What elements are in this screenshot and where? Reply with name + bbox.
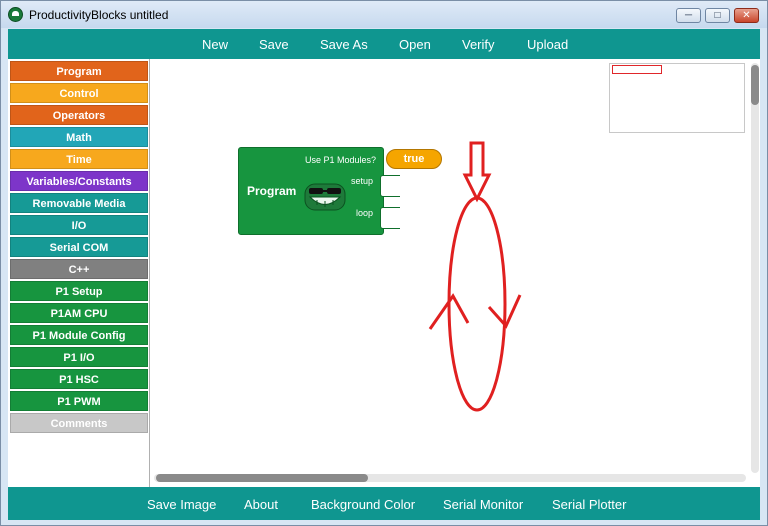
setup-slot[interactable] (380, 175, 400, 197)
upload-button[interactable]: Upload (527, 37, 568, 52)
category-operators[interactable]: Operators (10, 105, 148, 125)
save-image-button[interactable]: Save Image (147, 497, 216, 512)
vertical-scrollbar[interactable] (751, 63, 759, 473)
category-io[interactable]: I/O (10, 215, 148, 235)
category-p1am-cpu[interactable]: P1AM CPU (10, 303, 148, 323)
category-p1-pwm[interactable]: P1 PWM (10, 391, 148, 411)
new-button[interactable]: New (202, 37, 228, 52)
loop-label: loop (356, 208, 374, 218)
minimize-button[interactable]: ─ (676, 8, 701, 23)
use-p1-modules-label: Use P1 Modules? (305, 155, 377, 165)
open-button[interactable]: Open (399, 37, 431, 52)
loop-slot[interactable] (380, 207, 400, 229)
verify-button[interactable]: Verify (462, 37, 495, 52)
serial-plotter-button[interactable]: Serial Plotter (552, 497, 626, 512)
cycle-arrows-annotation-icon (428, 141, 522, 412)
category-p1-hsc[interactable]: P1 HSC (10, 369, 148, 389)
category-math[interactable]: Math (10, 127, 148, 147)
background-color-button[interactable]: Background Color (311, 497, 415, 512)
app-window: ProductivityBlocks untitled ─ □ ✕ New Sa… (0, 0, 768, 526)
maximize-button[interactable]: □ (705, 8, 730, 23)
category-serial-com[interactable]: Serial COM (10, 237, 148, 257)
category-cpp[interactable]: C++ (10, 259, 148, 279)
vertical-scroll-thumb[interactable] (751, 65, 759, 105)
category-control[interactable]: Control (10, 83, 148, 103)
category-p1-io[interactable]: P1 I/O (10, 347, 148, 367)
save-button[interactable]: Save (259, 37, 289, 52)
program-block[interactable]: Program Use P1 Modules? setup loop (238, 147, 400, 235)
setup-label: setup (351, 176, 374, 186)
horizontal-scrollbar[interactable] (154, 474, 746, 482)
category-p1-setup[interactable]: P1 Setup (10, 281, 148, 301)
minimap-viewport[interactable] (612, 65, 662, 74)
window-title: ProductivityBlocks untitled (29, 8, 169, 22)
category-comments[interactable]: Comments (10, 413, 148, 433)
bottom-toolbar: Save Image About Background Color Serial… (8, 487, 760, 520)
category-program[interactable]: Program (10, 61, 148, 81)
save-as-button[interactable]: Save As (320, 37, 368, 52)
robot-face-icon (304, 183, 346, 211)
app-logo-icon (8, 7, 23, 22)
category-variables-constants[interactable]: Variables/Constants (10, 171, 148, 191)
category-time[interactable]: Time (10, 149, 148, 169)
horizontal-scroll-thumb[interactable] (156, 474, 368, 482)
block-category-sidebar: Program Control Operators Math Time Vari… (8, 59, 150, 487)
program-block-title: Program (247, 184, 297, 198)
close-button[interactable]: ✕ (734, 8, 759, 23)
block-workspace[interactable]: Program Use P1 Modules? setup loop true (150, 59, 760, 487)
about-button[interactable]: About (244, 497, 278, 512)
title-bar: ProductivityBlocks untitled ─ □ ✕ (1, 1, 767, 28)
category-removable-media[interactable]: Removable Media (10, 193, 148, 213)
workspace-minimap[interactable] (609, 63, 745, 133)
serial-monitor-button[interactable]: Serial Monitor (443, 497, 523, 512)
category-p1-module-config[interactable]: P1 Module Config (10, 325, 148, 345)
top-toolbar: New Save Save As Open Verify Upload (8, 29, 760, 59)
